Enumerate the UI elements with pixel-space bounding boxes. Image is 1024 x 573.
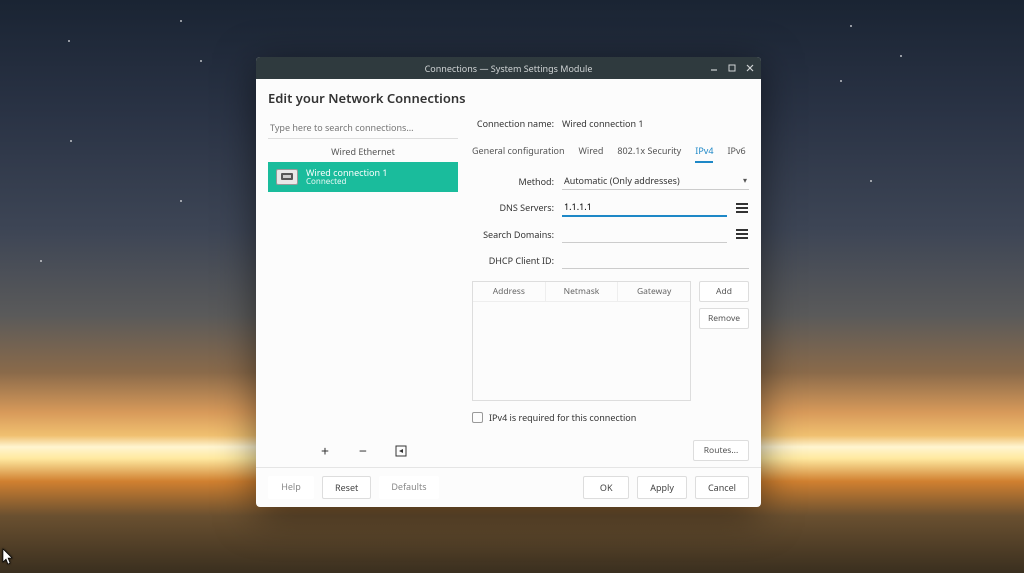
method-select[interactable]: Automatic (Only addresses) ▾ <box>562 172 749 190</box>
address-table[interactable]: Address Netmask Gateway <box>472 281 691 401</box>
category-header: Wired Ethernet <box>268 139 458 162</box>
dns-edit-list-icon[interactable] <box>735 201 749 215</box>
dialog-footer: Help Reset Defaults OK Apply Cancel <box>256 467 761 507</box>
search-domains-label: Search Domains: <box>472 228 562 241</box>
search-input[interactable] <box>268 117 458 139</box>
tab-general[interactable]: General configuration <box>472 140 565 163</box>
tab-wired[interactable]: Wired <box>579 140 604 163</box>
connection-name-label: Connection name: <box>472 117 562 130</box>
apply-button[interactable]: Apply <box>637 476 687 499</box>
connection-editor: Connection name: Wired connection 1 Gene… <box>472 117 749 461</box>
chevron-down-icon: ▾ <box>743 175 747 186</box>
ok-button[interactable]: OK <box>583 476 629 499</box>
remove-address-button[interactable]: Remove <box>699 308 749 329</box>
help-button[interactable]: Help <box>268 476 314 499</box>
dns-servers-input[interactable] <box>562 198 727 217</box>
add-connection-button[interactable]: + <box>317 443 333 459</box>
minimize-icon[interactable] <box>709 63 719 73</box>
ipv4-required-label: IPv4 is required for this connection <box>489 411 636 424</box>
col-address: Address <box>473 282 546 301</box>
col-gateway: Gateway <box>618 282 690 301</box>
cursor-icon <box>2 548 16 571</box>
connection-sidebar: Wired Ethernet Wired connection 1 Connec… <box>268 117 458 461</box>
page-title: Edit your Network Connections <box>268 89 749 107</box>
close-icon[interactable] <box>745 63 755 73</box>
window-title: Connections — System Settings Module <box>425 62 593 75</box>
dns-label: DNS Servers: <box>472 201 562 214</box>
dhcp-client-id-label: DHCP Client ID: <box>472 254 562 267</box>
maximize-icon[interactable] <box>727 63 737 73</box>
ipv4-required-checkbox[interactable] <box>472 412 483 423</box>
export-connection-button[interactable] <box>393 443 409 459</box>
connection-status: Connected <box>306 178 388 187</box>
search-edit-list-icon[interactable] <box>735 227 749 241</box>
tab-bar: General configuration Wired 802.1x Secur… <box>472 140 749 164</box>
titlebar[interactable]: Connections — System Settings Module <box>256 57 761 79</box>
method-value: Automatic (Only addresses) <box>564 174 680 187</box>
ethernet-icon <box>276 169 298 185</box>
dhcp-client-id-input[interactable] <box>562 251 749 269</box>
connection-name-value[interactable]: Wired connection 1 <box>562 117 644 130</box>
reset-button[interactable]: Reset <box>322 476 371 499</box>
settings-window: Connections — System Settings Module Edi… <box>256 57 761 507</box>
col-netmask: Netmask <box>546 282 619 301</box>
tab-ipv4[interactable]: IPv4 <box>695 140 713 163</box>
connection-item[interactable]: Wired connection 1 Connected <box>268 162 458 192</box>
cancel-button[interactable]: Cancel <box>695 476 749 499</box>
method-label: Method: <box>472 175 562 188</box>
add-address-button[interactable]: Add <box>699 281 749 302</box>
remove-connection-button[interactable]: − <box>355 443 371 459</box>
tab-8021x[interactable]: 802.1x Security <box>617 140 681 163</box>
defaults-button[interactable]: Defaults <box>379 476 438 499</box>
tab-ipv6[interactable]: IPv6 <box>727 140 745 163</box>
routes-button[interactable]: Routes... <box>693 440 749 461</box>
search-domains-input[interactable] <box>562 225 727 243</box>
